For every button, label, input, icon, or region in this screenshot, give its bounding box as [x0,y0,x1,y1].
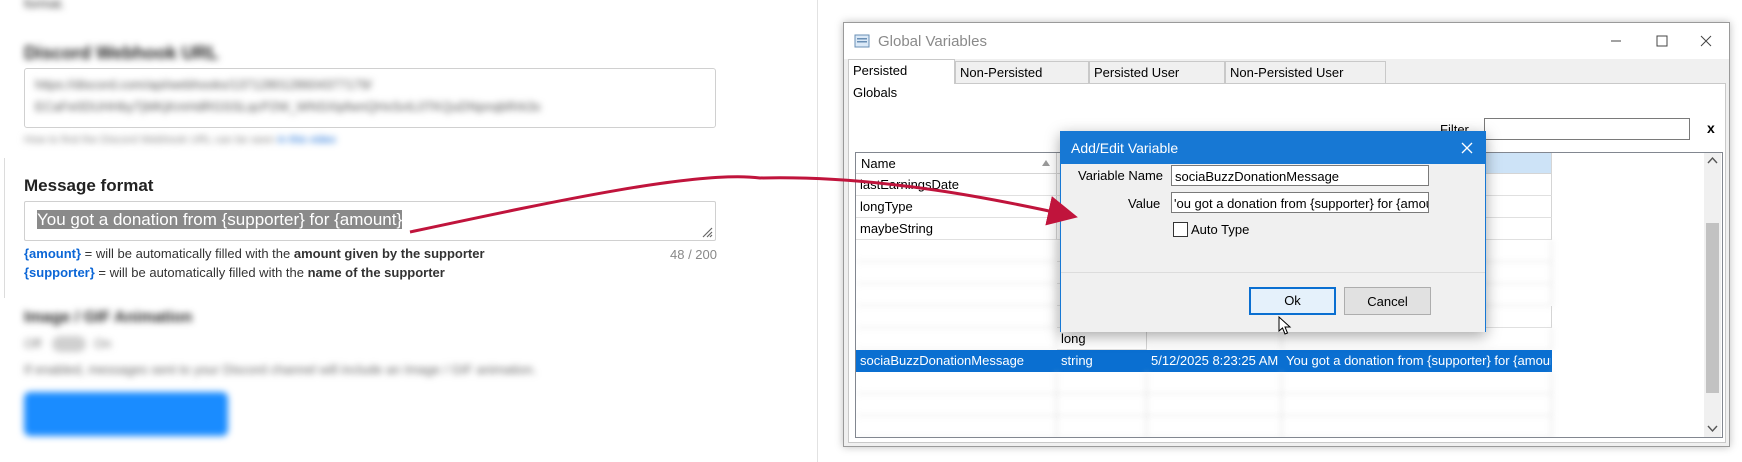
table-cell-name [856,416,1057,437]
app-icon [854,34,870,48]
table-cell-name [856,372,1057,394]
table-row[interactable] [856,394,1601,416]
image-hint: If enabled, messages sent to your Discor… [24,362,537,377]
table-cell-name: maybeString [856,218,1057,240]
amount-hint: {amount} = will be automatically filled … [24,246,485,261]
sort-arrow-icon [1042,160,1050,166]
dialog-button-row: Ok Cancel [1061,272,1485,332]
panel-divider [817,0,818,462]
image-gif-title: Image / GIF Animation [24,309,193,326]
message-format-input[interactable]: You got a donation from {supporter} for … [24,201,716,241]
scroll-down-icon[interactable] [1707,425,1718,433]
image-toggle-row[interactable]: Off On [24,334,224,354]
mouse-cursor-icon [1278,316,1292,335]
table-row[interactable]: sociaBuzzDonationMessage string 5/12/2025 … [856,350,1601,372]
char-counter: 48 / 200 [670,247,717,262]
table-cell-date [1147,416,1282,437]
amount-hint-bold: amount given by the supporter [293,246,485,261]
cancel-button[interactable]: Cancel [1344,287,1431,315]
table-cell-name [856,284,1057,306]
amount-token: {amount} [24,246,82,261]
scroll-up-icon[interactable] [1707,156,1718,164]
close-icon[interactable] [1683,23,1729,59]
table-cell-date: 5/12/2025 8:23:25 AM [1147,350,1282,372]
message-format-selection: You got a donation from {supporter} for … [37,210,403,229]
table-cell-date [1147,394,1282,416]
window-titlebar: Global Variables [844,23,1729,59]
message-format-title: Message format [24,176,154,195]
tab-persisted-globals[interactable]: Persisted Globals [848,59,955,100]
table-row[interactable] [856,416,1601,437]
webhook-url-line2: ECaFe0DUHHbyTjMKjKmHdRGSSLqcP2W_WNSXipfw… [35,99,541,114]
webhook-url-textarea[interactable]: https://discord.com/api/webhooks/1371280… [24,68,716,128]
table-cell-type [1057,394,1147,416]
table-cell-name [856,306,1057,328]
col-header-name-label: Name [861,156,896,171]
table-cell-name: lastEarningsDate [856,174,1057,196]
minimize-icon[interactable] [1593,23,1639,59]
message-format-value: You got a donation from {supporter} for … [37,210,403,230]
webhook-title: Discord Webhook URL [24,43,219,63]
resize-handle-icon[interactable] [699,224,713,238]
auto-type-label: Auto Type [1191,222,1250,237]
table-row[interactable] [856,372,1601,394]
table-cell-value [1282,394,1552,416]
table-cell-type: string [1057,350,1147,372]
table-cell-name: longType [856,196,1057,218]
auto-type-checkbox[interactable] [1173,222,1188,237]
filter-input[interactable] [1484,118,1690,140]
ok-button[interactable]: Ok [1249,287,1336,315]
webhook-help-link[interactable]: in this video [278,134,336,146]
table-cell-name [856,262,1057,284]
supporter-hint-bold: name of the supporter [307,265,445,280]
webhook-url-line1: https://discord.com/api/webhooks/1371280… [35,77,372,92]
table-cell-name [856,240,1057,262]
add-edit-variable-dialog: Add/Edit Variable Variable Name sociaBuz… [1060,131,1486,332]
scrollbar-thumb[interactable] [1706,223,1719,393]
table-cell-type [1057,416,1147,437]
variable-name-label: Variable Name [1078,168,1164,183]
col-header-name[interactable]: Name [856,153,1057,174]
vertical-scrollbar[interactable] [1704,153,1721,437]
value-input[interactable]: 'ou got a donation from {supporter} for … [1171,192,1429,213]
top-hint: format. [24,0,65,11]
table-cell-value [1282,372,1552,394]
maximize-icon[interactable] [1639,23,1685,59]
supporter-hint-text: = will be automatically filled with the [94,265,308,280]
dialog-close-icon[interactable] [1461,142,1473,154]
table-cell-value [1282,416,1552,437]
supporter-hint: {supporter} = will be automatically fill… [24,265,445,280]
table-cell-value: You got a donation from {supporter} for … [1282,350,1552,372]
variable-name-input[interactable]: sociaBuzzDonationMessage [1171,165,1429,186]
table-cell-type [1057,372,1147,394]
filter-clear-button[interactable]: x [1707,120,1715,136]
webhook-help-text: How to find the Discord Webhook URL can … [24,134,275,146]
table-cell-name [856,394,1057,416]
tab-non-persisted-globals[interactable]: Non-Persisted Globals [955,61,1089,102]
dialog-titlebar: Add/Edit Variable [1061,132,1485,164]
window-title: Global Variables [878,33,987,50]
toggle-off-label: Off [24,336,42,351]
toggle-on-label: On [94,336,112,351]
supporter-token: {supporter} [24,265,95,280]
image-toggle[interactable] [52,336,86,352]
table-cell-date [1147,372,1282,394]
amount-hint-text: = will be automatically filled with the [81,246,294,261]
value-label: Value [1128,196,1161,211]
table-cell-name [856,328,1057,350]
tab-non-persisted-user-globals[interactable]: Non-Persisted User Globals [1225,61,1386,102]
web-settings-panel: format. Discord Webhook URL https://disc… [0,0,818,462]
dialog-title: Add/Edit Variable [1071,140,1179,156]
save-button[interactable] [24,392,228,436]
table-cell-name: sociaBuzzDonationMessage [856,350,1057,372]
webhook-help: How to find the Discord Webhook URL can … [24,134,336,146]
tab-persisted-user-globals[interactable]: Persisted User Globals [1089,61,1225,102]
section-marker [4,158,5,298]
